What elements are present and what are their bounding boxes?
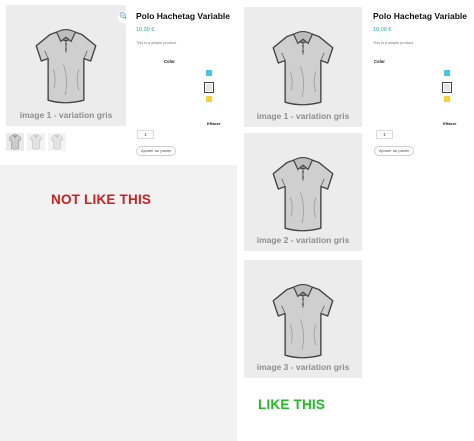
clear-link[interactable]: Effacer [207,121,221,126]
product-price: 10,00 € [136,27,155,33]
product-image-1[interactable]: image 1 - variation gris [244,7,362,127]
polo-shirt-image [272,156,334,232]
image-caption: image 1 - variation gris [256,111,350,121]
color-label: Color [374,59,385,64]
image-caption: image 3 - variation gris [256,362,350,372]
product-price: 10,00 € [373,27,392,33]
product-image-2[interactable]: image 2 - variation gris [244,133,362,251]
product-title: Polo Hachetag Variable [136,11,231,21]
swatch-blue[interactable] [444,70,450,76]
thumbnail-2[interactable] [27,133,45,151]
thumbnail-3[interactable] [48,133,66,151]
product-description: This is a simple product. [373,41,414,45]
left-example-panel: image 1 - variation gris 🔍 Polo Hachetag… [0,0,237,165]
product-description: This is a simple product. [136,41,177,45]
image-caption: image 1 - variation gris [19,110,113,120]
like-this-label: LIKE THIS [258,397,326,412]
product-image-3[interactable]: image 3 - variation gris [244,260,362,378]
polo-shirt-image [272,283,334,359]
add-to-cart-button[interactable]: Ajouter au panier [136,146,177,156]
color-label: Color [164,59,175,64]
swatch-grey-selected[interactable] [204,82,214,93]
main-product-image[interactable]: image 1 - variation gris 🔍 [6,5,126,126]
thumbnail-strip [6,133,78,151]
swatch-yellow[interactable] [444,96,450,102]
zoom-icon[interactable]: 🔍 [118,11,126,23]
product-title: Polo Hachetag Variable [373,11,468,21]
swatch-yellow[interactable] [206,96,212,102]
not-like-this-label: NOT LIKE THIS [51,192,152,207]
quantity-input[interactable]: 1 [137,130,154,139]
quantity-input[interactable]: 1 [376,130,393,139]
polo-shirt-image [35,28,97,104]
image-caption: image 2 - variation gris [256,235,350,245]
swatch-grey-selected[interactable] [442,82,452,93]
clear-link[interactable]: Effacer [443,121,457,126]
thumbnail-1[interactable] [6,133,24,151]
swatch-blue[interactable] [206,70,212,76]
add-to-cart-button[interactable]: Ajouter au panier [374,146,415,156]
right-example-panel: image 1 - variation gris image 2 - varia… [237,0,474,441]
polo-shirt-image [272,30,334,106]
